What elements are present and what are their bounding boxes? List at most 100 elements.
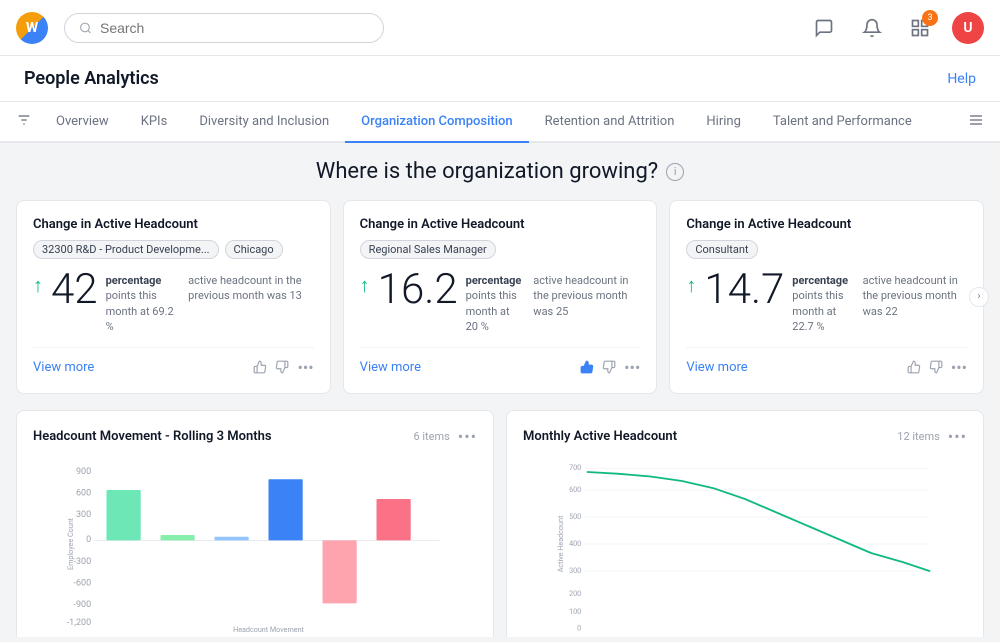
tabs-bar: Overview KPIs Diversity and Inclusion Or…	[0, 102, 1000, 143]
svg-text:300: 300	[76, 510, 91, 520]
card-2-thumb-down[interactable]	[602, 360, 616, 374]
svg-text:500: 500	[569, 511, 581, 520]
tabs-menu-icon[interactable]	[968, 112, 984, 132]
page-header: People Analytics Help	[0, 56, 1000, 102]
top-nav: W 3 U	[0, 0, 1000, 56]
svg-text:-600: -600	[74, 578, 92, 588]
svg-text:0: 0	[86, 535, 91, 545]
card-3-sub-2: active headcount in the previous month w…	[863, 273, 967, 335]
top-nav-right: 3 U	[808, 12, 984, 44]
card-2-sub-2: active headcount in the previous month w…	[533, 273, 640, 335]
card-2-actions: •••	[580, 358, 640, 377]
card-2-details: percentage points this month at 20 % act…	[466, 273, 641, 335]
card-3-footer: View more •••	[686, 347, 967, 377]
svg-text:400: 400	[569, 538, 581, 547]
bar-chart-items: 6 items	[413, 430, 449, 443]
svg-text:-900: -900	[74, 600, 92, 610]
card-2-sub-1: percentage points this month at 20 %	[466, 273, 524, 335]
search-input[interactable]	[100, 20, 369, 36]
svg-text:Headcount Movement: Headcount Movement	[233, 625, 304, 634]
card-3-tag-1: Consultant	[686, 240, 757, 259]
card-1-up-arrow: ↑	[33, 273, 43, 298]
card-2-thumb-up[interactable]	[580, 360, 594, 374]
svg-text:900: 900	[76, 466, 91, 476]
card-1-metric: ↑ 42 percentage points this month at 69.…	[33, 269, 314, 335]
app-logo: W	[16, 12, 48, 44]
card-1-tag-1: 32300 R&D - Product Developme...	[33, 240, 219, 259]
tab-diversity[interactable]: Diversity and Inclusion	[183, 102, 345, 143]
headcount-card-2: Change in Active Headcount Regional Sale…	[343, 200, 658, 394]
card-3-thumb-down[interactable]	[929, 360, 943, 374]
bar-chart-container: 900 600 300 0 -300 -600 -900 -1,200	[33, 454, 477, 634]
bar-chart-title: Headcount Movement - Rolling 3 Months	[33, 429, 272, 444]
main-content: Where is the organization growing? i Cha…	[0, 143, 1000, 637]
card-3-more[interactable]: •••	[951, 358, 967, 377]
tab-hiring[interactable]: Hiring	[690, 102, 756, 143]
bar-chart-menu[interactable]: •••	[458, 427, 477, 446]
line-chart-menu[interactable]: •••	[948, 427, 967, 446]
svg-text:700: 700	[569, 463, 581, 472]
card-2-view-more[interactable]: View more	[360, 360, 421, 375]
cards-row: Change in Active Headcount 32300 R&D - P…	[16, 200, 984, 394]
card-2-more[interactable]: •••	[624, 358, 640, 377]
card-2-footer: View more •••	[360, 347, 641, 377]
svg-text:-300: -300	[74, 556, 92, 566]
card-1-thumb-up[interactable]	[253, 360, 267, 374]
line-chart-svg: 700 600 500 400 300 200 100 0	[523, 454, 967, 634]
user-avatar[interactable]: U	[952, 12, 984, 44]
svg-text:-1,200: -1,200	[67, 618, 92, 628]
card-1-footer: View more •••	[33, 347, 314, 377]
card-2-metric: ↑ 16.2 percentage points this month at 2…	[360, 269, 641, 335]
cards-next-button[interactable]: ›	[969, 287, 989, 307]
tab-overview[interactable]: Overview	[40, 102, 125, 143]
card-1-more[interactable]: •••	[297, 358, 313, 377]
card-1-view-more[interactable]: View more	[33, 360, 94, 375]
svg-text:100: 100	[569, 607, 581, 616]
card-2-title: Change in Active Headcount	[360, 217, 641, 232]
bell-icon-button[interactable]	[856, 12, 888, 44]
bar-chart-header: Headcount Movement - Rolling 3 Months 6 …	[33, 427, 477, 446]
card-1-thumb-down[interactable]	[275, 360, 289, 374]
filter-icon[interactable]	[16, 112, 32, 132]
card-2-tags: Regional Sales Manager	[360, 240, 641, 259]
svg-text:600: 600	[569, 484, 581, 493]
tab-org-composition[interactable]: Organization Composition	[345, 102, 529, 143]
svg-text:600: 600	[76, 488, 91, 498]
help-link[interactable]: Help	[947, 71, 976, 87]
chat-icon-button[interactable]	[808, 12, 840, 44]
card-3-sub-1: percentage points this month at 22.7 %	[792, 273, 852, 335]
bar-chart-card: Headcount Movement - Rolling 3 Months 6 …	[16, 410, 494, 637]
svg-text:Active Headcount: Active Headcount	[556, 515, 565, 572]
card-3-actions: •••	[907, 358, 967, 377]
line-chart-header: Monthly Active Headcount 12 items •••	[523, 427, 967, 446]
tab-retention[interactable]: Retention and Attrition	[529, 102, 691, 143]
line-chart-container: 700 600 500 400 300 200 100 0	[523, 454, 967, 634]
svg-text:300: 300	[569, 565, 581, 574]
line-chart-card: Monthly Active Headcount 12 items ••• 70…	[506, 410, 984, 637]
tab-talent[interactable]: Talent and Performance	[757, 102, 928, 143]
card-3-thumb-up[interactable]	[907, 360, 921, 374]
bar-chart-meta: 6 items •••	[413, 427, 477, 446]
line-chart-meta: 12 items •••	[897, 427, 967, 446]
card-1-tag-2: Chicago	[225, 240, 283, 259]
svg-text:Employee Count: Employee Count	[66, 517, 75, 570]
card-2-tag-1: Regional Sales Manager	[360, 240, 496, 259]
charts-row: Headcount Movement - Rolling 3 Months 6 …	[16, 410, 984, 637]
svg-text:200: 200	[569, 589, 581, 598]
info-icon[interactable]: i	[666, 163, 684, 181]
headcount-card-1: Change in Active Headcount 32300 R&D - P…	[16, 200, 331, 394]
search-box[interactable]	[64, 13, 384, 43]
headcount-card-3: Change in Active Headcount Consultant ↑ …	[669, 200, 984, 394]
bar-chart-svg: 900 600 300 0 -300 -600 -900 -1,200	[33, 454, 477, 634]
card-2-value: 16.2	[378, 269, 458, 311]
card-1-title: Change in Active Headcount	[33, 217, 314, 232]
apps-icon-button[interactable]: 3	[904, 12, 936, 44]
svg-text:0: 0	[577, 623, 581, 632]
tab-kpis[interactable]: KPIs	[125, 102, 184, 143]
card-2-up-arrow: ↑	[360, 273, 370, 298]
card-1-details: percentage points this month at 69.2 % a…	[106, 273, 314, 335]
card-3-title: Change in Active Headcount	[686, 217, 967, 232]
card-3-view-more[interactable]: View more	[686, 360, 747, 375]
search-icon	[79, 21, 92, 35]
card-1-sub-2: active headcount in the previous month w…	[188, 273, 314, 335]
